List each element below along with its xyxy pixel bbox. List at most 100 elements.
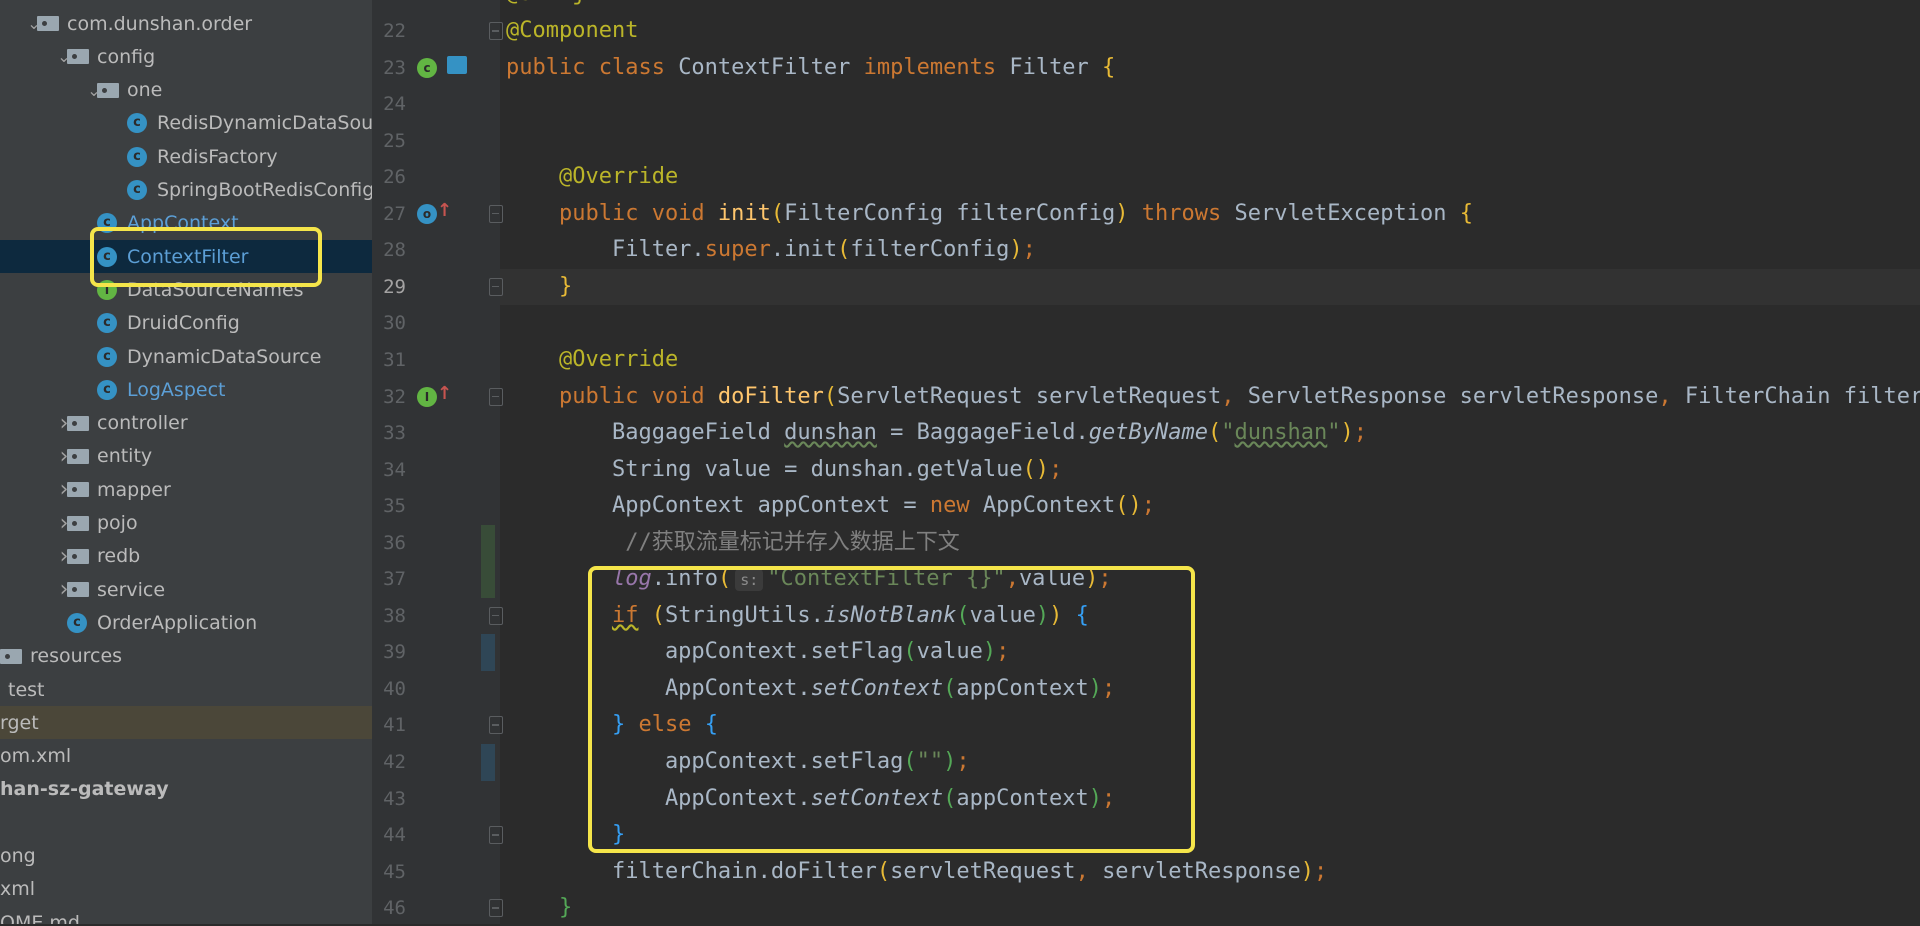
class-icon: c <box>127 113 147 134</box>
line-number: 30 <box>383 312 406 335</box>
code-line[interactable]: @Override <box>500 342 1920 378</box>
tree-item[interactable]: han-sz-gateway <box>0 773 372 806</box>
code-line[interactable] <box>500 86 1920 122</box>
overrides-arrow-icon[interactable]: ↑ <box>437 200 452 221</box>
line-number: 40 <box>383 677 406 700</box>
code-token: init <box>717 200 771 226</box>
fold-marker-icon[interactable] <box>489 22 503 40</box>
tree-item[interactable]: c RedisDynamicDataSource <box>0 107 372 140</box>
tree-item[interactable]: › mapper <box>0 473 372 506</box>
line-number: 24 <box>383 93 406 116</box>
code-token: , <box>1221 383 1248 409</box>
code-token: ContextFilter <box>678 54 864 80</box>
fold-marker-icon[interactable] <box>489 606 503 625</box>
tree-item-label: OrderApplication <box>97 611 258 634</box>
tree-item[interactable]: xml <box>0 873 372 906</box>
code-line[interactable]: public class ContextFilter implements Fi… <box>500 50 1920 86</box>
fold-marker-icon[interactable] <box>489 204 503 223</box>
tree-item[interactable]: c RedisFactory <box>0 140 372 173</box>
tree-item-label: SpringBootRedisConfig <box>157 179 372 201</box>
vcs-change-marker[interactable] <box>481 634 495 671</box>
tree-item[interactable]: test <box>0 673 372 706</box>
tree-item[interactable]: › redb <box>0 540 372 573</box>
code-token: @Override <box>506 346 679 372</box>
code-token: dunshan <box>784 420 877 446</box>
tree-item[interactable] <box>0 806 372 839</box>
code-token: Filter <box>1009 54 1103 80</box>
code-token: ( <box>876 858 891 884</box>
tree-item[interactable]: ⌄ com.dunshan.order <box>0 7 372 40</box>
overrides-arrow-icon[interactable]: ↑ <box>437 383 452 404</box>
tree-item[interactable]: › service <box>0 573 372 606</box>
vcs-change-marker[interactable] <box>481 744 495 781</box>
tree-item[interactable]: ⌄ config <box>0 40 372 73</box>
code-line[interactable]: String value = dunshan.getValue(); <box>500 452 1920 488</box>
code-token: () <box>1115 493 1142 519</box>
fold-marker-icon[interactable] <box>489 277 503 296</box>
code-token: ( <box>770 200 785 226</box>
fold-marker-icon[interactable] <box>489 716 503 735</box>
tree-item[interactable]: › pojo <box>0 507 372 540</box>
tree-item-label: LogAspect <box>127 378 226 401</box>
code-line[interactable]: filterChain.doFilter(servletRequest, ser… <box>500 854 1920 890</box>
web-filter-icon[interactable] <box>447 55 467 74</box>
package-folder-icon <box>67 448 89 464</box>
tree-item[interactable]: resources <box>0 640 372 673</box>
implement-method-icon[interactable]: I <box>417 386 437 407</box>
line-number: 41 <box>383 714 406 737</box>
code-line[interactable]: AppContext appContext = new AppContext()… <box>500 488 1920 524</box>
code-line[interactable]: public void init(FilterConfig filterConf… <box>500 196 1920 232</box>
line-number: 46 <box>383 897 406 920</box>
tree-item[interactable]: c OrderApplication <box>0 606 372 639</box>
code-line[interactable]: BaggageField dunshan = BaggageField.getB… <box>500 415 1920 451</box>
tree-item[interactable]: › controller <box>0 407 372 440</box>
code-token: ; <box>1314 858 1328 884</box>
line-number: 35 <box>383 495 406 518</box>
code-token: ) <box>1340 420 1354 446</box>
code-line[interactable]: //获取流量标记并存入数据上下文 <box>500 525 1920 561</box>
code-token: } <box>558 895 573 921</box>
tree-item-label: config <box>97 45 156 68</box>
tree-item[interactable]: OME.md <box>0 906 372 924</box>
tree-item[interactable]: c LogAspect <box>0 373 372 406</box>
code-line[interactable]: @Override <box>500 159 1920 195</box>
tree-item[interactable]: c SpringBootRedisConfig <box>0 174 372 207</box>
code-token: new <box>929 493 983 519</box>
tree-item[interactable]: rget <box>0 706 372 740</box>
vcs-change-marker[interactable] <box>481 524 495 598</box>
code-line[interactable]: public void doFilter(ServletRequest serv… <box>500 379 1920 415</box>
code-token: () <box>1022 456 1050 482</box>
tree-item-label: DruidConfig <box>127 312 240 335</box>
tree-item[interactable]: › entity <box>0 440 372 473</box>
code-line[interactable] <box>500 305 1920 341</box>
spring-bean-icon[interactable]: c <box>417 57 437 78</box>
code-line[interactable]: Filter.super.init(filterConfig); <box>500 232 1920 268</box>
line-number: 45 <box>383 860 406 883</box>
tree-item[interactable]: c DruidConfig <box>0 307 372 340</box>
tree-item[interactable]: ong <box>0 840 372 873</box>
code-token: ) <box>1115 200 1142 226</box>
fold-marker-icon[interactable] <box>489 387 503 406</box>
override-method-icon[interactable]: o <box>417 203 437 224</box>
code-token: AppContext <box>982 493 1116 519</box>
code-token: super <box>704 237 771 263</box>
line-number: 34 <box>383 458 406 481</box>
fold-marker-icon[interactable] <box>489 826 503 845</box>
code-line[interactable]: } <box>500 268 1920 305</box>
tree-item[interactable]: om.xml <box>0 740 372 773</box>
code-line[interactable]: } <box>500 890 1920 924</box>
line-number: 31 <box>383 348 406 371</box>
tree-item[interactable]: ⌄ one <box>0 74 372 107</box>
code-token: } <box>558 273 573 299</box>
line-number: 29 <box>383 275 406 298</box>
code-line[interactable]: @Slf4j <box>500 0 1920 12</box>
package-folder-icon <box>67 515 89 531</box>
line-number: 21 <box>372 0 406 12</box>
code-line[interactable]: @Component <box>500 13 1920 49</box>
code-line[interactable] <box>500 123 1920 159</box>
code-token: ; <box>1353 420 1367 446</box>
tree-item-label: redb <box>97 545 141 568</box>
fold-marker-icon[interactable] <box>489 899 503 918</box>
tree-item[interactable]: c DynamicDataSource <box>0 340 372 373</box>
code-token: doFilter <box>717 383 824 409</box>
